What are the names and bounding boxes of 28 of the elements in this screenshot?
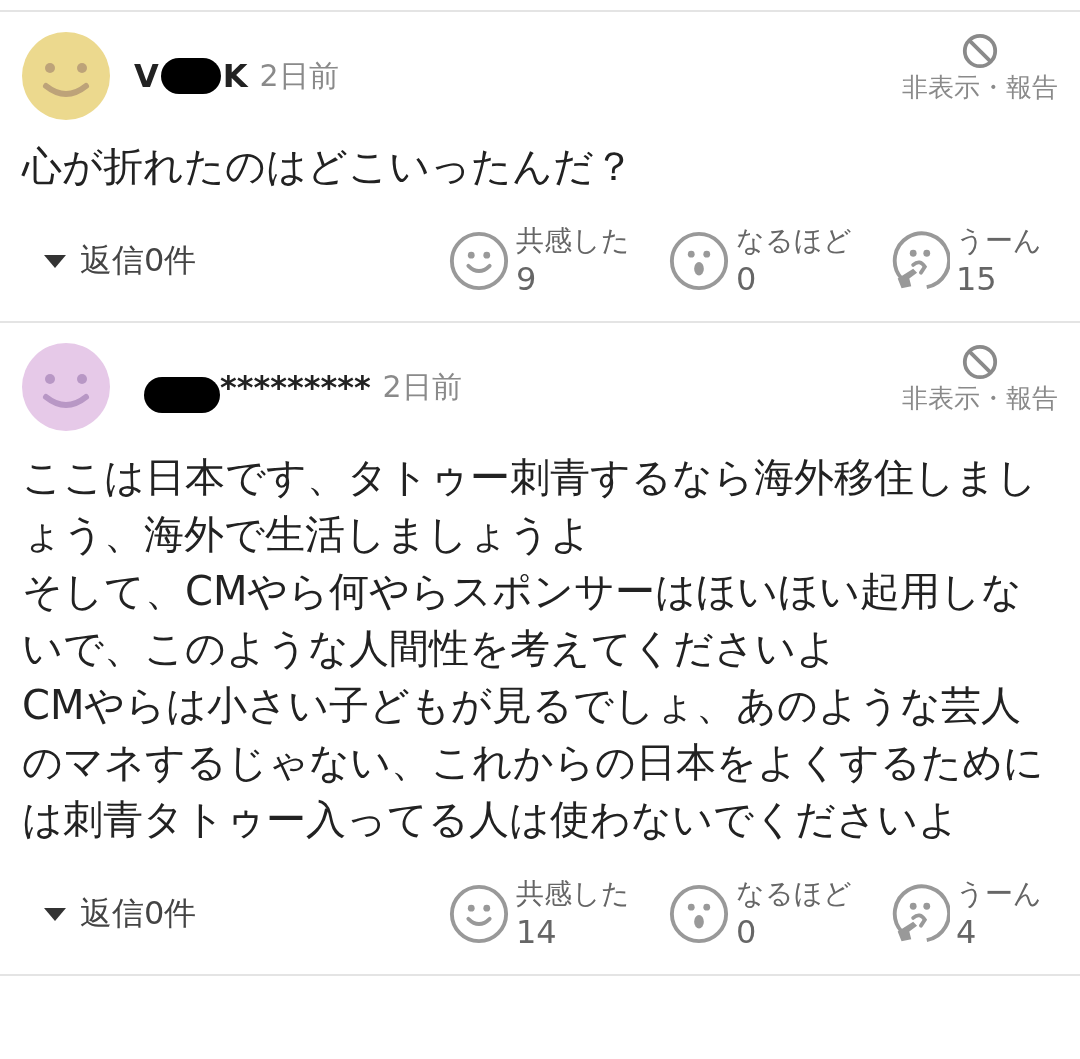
- username: *********: [220, 368, 371, 406]
- comment-text: 心が折れたのはどこいったんだ？: [22, 142, 635, 191]
- hide-report-button[interactable]: 非表示・報告: [902, 343, 1058, 416]
- smiley-icon: [448, 230, 510, 292]
- caret-icon: [44, 253, 66, 269]
- reaction-button[interactable]: 共感した 14: [448, 876, 656, 952]
- username: V: [134, 57, 159, 95]
- reaction-button[interactable]: うーん 15: [888, 223, 1058, 299]
- caret-icon: [44, 906, 66, 922]
- reaction-button[interactable]: 共感した 9: [448, 223, 656, 299]
- hide-report-button[interactable]: 非表示・報告: [902, 32, 1058, 105]
- replies-toggle[interactable]: 返信0件: [22, 892, 197, 936]
- comment-text: そして、CMやら何やらスポンサーはほいほい起用しないで、このような人間性を考えてくださいよ: [22, 567, 1024, 673]
- comment-text: CMやらは小さい子どもが見るでしょ、あのような芸人のマネするじゃない、これからの日本をよくするためには刺青タトゥー入ってる人は使わないでくださいよ: [22, 681, 1045, 844]
- smiley-icon: [448, 883, 510, 945]
- comment-text: ここは日本です、タトゥー刺青するなら海外移住しましょう、海外で生活しましょうよ: [22, 453, 1038, 559]
- post-time: 2日前: [382, 367, 462, 406]
- username: K: [222, 57, 248, 95]
- surprised-face-icon: [668, 230, 730, 292]
- reaction-button[interactable]: うーん 4: [888, 876, 1058, 952]
- replies-toggle[interactable]: 返信0件: [22, 239, 197, 283]
- post-time: 2日前: [259, 56, 339, 95]
- surprised-face-icon: [668, 883, 730, 945]
- redaction-mark: [160, 58, 221, 94]
- reaction-button[interactable]: なるほど 0: [668, 223, 876, 299]
- block-icon: [961, 343, 999, 381]
- reaction-button[interactable]: なるほど 0: [668, 876, 876, 952]
- block-icon: [961, 32, 999, 70]
